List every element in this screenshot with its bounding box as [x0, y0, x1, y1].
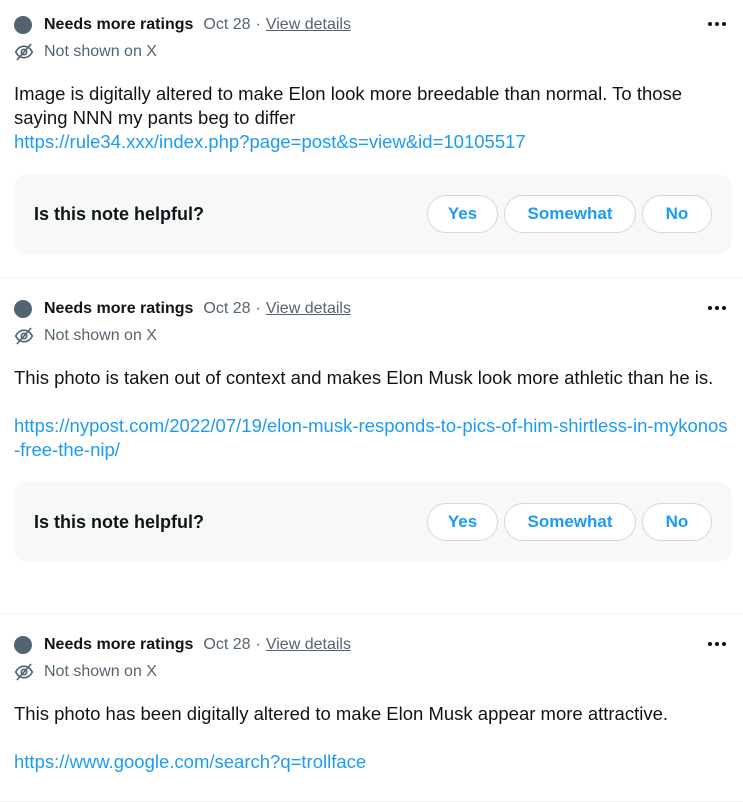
status-dot-icon: [14, 636, 32, 654]
helpful-question: Is this note helpful?: [34, 511, 204, 532]
rating-buttons: Yes Somewhat No: [427, 503, 712, 541]
visibility-row: Not shown on X: [14, 40, 729, 64]
note-date: Oct 28: [203, 636, 251, 653]
note-text: This photo is taken out of context and m…: [14, 367, 714, 388]
somewhat-button[interactable]: Somewhat: [504, 195, 636, 233]
eye-off-icon: [14, 43, 34, 61]
note-header: Needs more ratings Oct 28 · View details: [14, 298, 729, 320]
visibility-label: Not shown on X: [44, 663, 157, 680]
helpful-prompt: Is this note helpful? Yes Somewhat No: [14, 174, 732, 254]
rating-buttons: Yes Somewhat No: [427, 195, 712, 233]
note-card: Needs more ratings Oct 28 · View details…: [0, 0, 743, 278]
note-text: This photo has been digitally altered to…: [14, 703, 669, 724]
visibility-row: Not shown on X: [14, 324, 729, 348]
note-header: Needs more ratings Oct 28 · View details: [14, 634, 729, 656]
note-status: Needs more ratings: [44, 636, 194, 653]
note-source-link[interactable]: https://www.google.com/search?q=trollfac…: [14, 750, 729, 774]
separator: ·: [255, 16, 261, 33]
view-details-link[interactable]: View details: [266, 300, 351, 318]
somewhat-button[interactable]: Somewhat: [504, 503, 636, 541]
helpful-question: Is this note helpful?: [34, 203, 204, 224]
note-date: Oct 28: [203, 300, 251, 317]
note-text: Image is digitally altered to make Elon …: [14, 83, 688, 128]
note-status: Needs more ratings: [44, 300, 194, 317]
status-dot-icon: [14, 16, 32, 34]
notes-feed: Needs more ratings Oct 28 · View details…: [0, 0, 743, 802]
no-button[interactable]: No: [642, 195, 712, 233]
visibility-label: Not shown on X: [44, 43, 157, 60]
separator: ·: [255, 300, 261, 317]
view-details-link[interactable]: View details: [266, 16, 351, 34]
note-card: Needs more ratings Oct 28 · View details…: [0, 614, 743, 802]
visibility-label: Not shown on X: [44, 327, 157, 344]
separator: ·: [255, 636, 261, 653]
yes-button[interactable]: Yes: [427, 503, 498, 541]
note-date: Oct 28: [203, 16, 251, 33]
note-source-link[interactable]: https://nypost.com/2022/07/19/elon-musk-…: [14, 414, 729, 462]
note-source-link[interactable]: https://rule34.xxx/index.php?page=post&s…: [14, 130, 729, 154]
more-options-icon[interactable]: [705, 296, 729, 320]
eye-off-icon: [14, 327, 34, 345]
no-button[interactable]: No: [642, 503, 712, 541]
yes-button[interactable]: Yes: [427, 195, 498, 233]
visibility-row: Not shown on X: [14, 660, 729, 684]
eye-off-icon: [14, 663, 34, 681]
helpful-prompt: Is this note helpful? Yes Somewhat No: [14, 482, 732, 562]
note-status: Needs more ratings: [44, 16, 194, 33]
status-dot-icon: [14, 300, 32, 318]
more-options-icon[interactable]: [705, 12, 729, 36]
more-options-icon[interactable]: [705, 632, 729, 656]
view-details-link[interactable]: View details: [266, 636, 351, 654]
note-header: Needs more ratings Oct 28 · View details: [14, 14, 729, 36]
note-card: Needs more ratings Oct 28 · View details…: [0, 278, 743, 614]
